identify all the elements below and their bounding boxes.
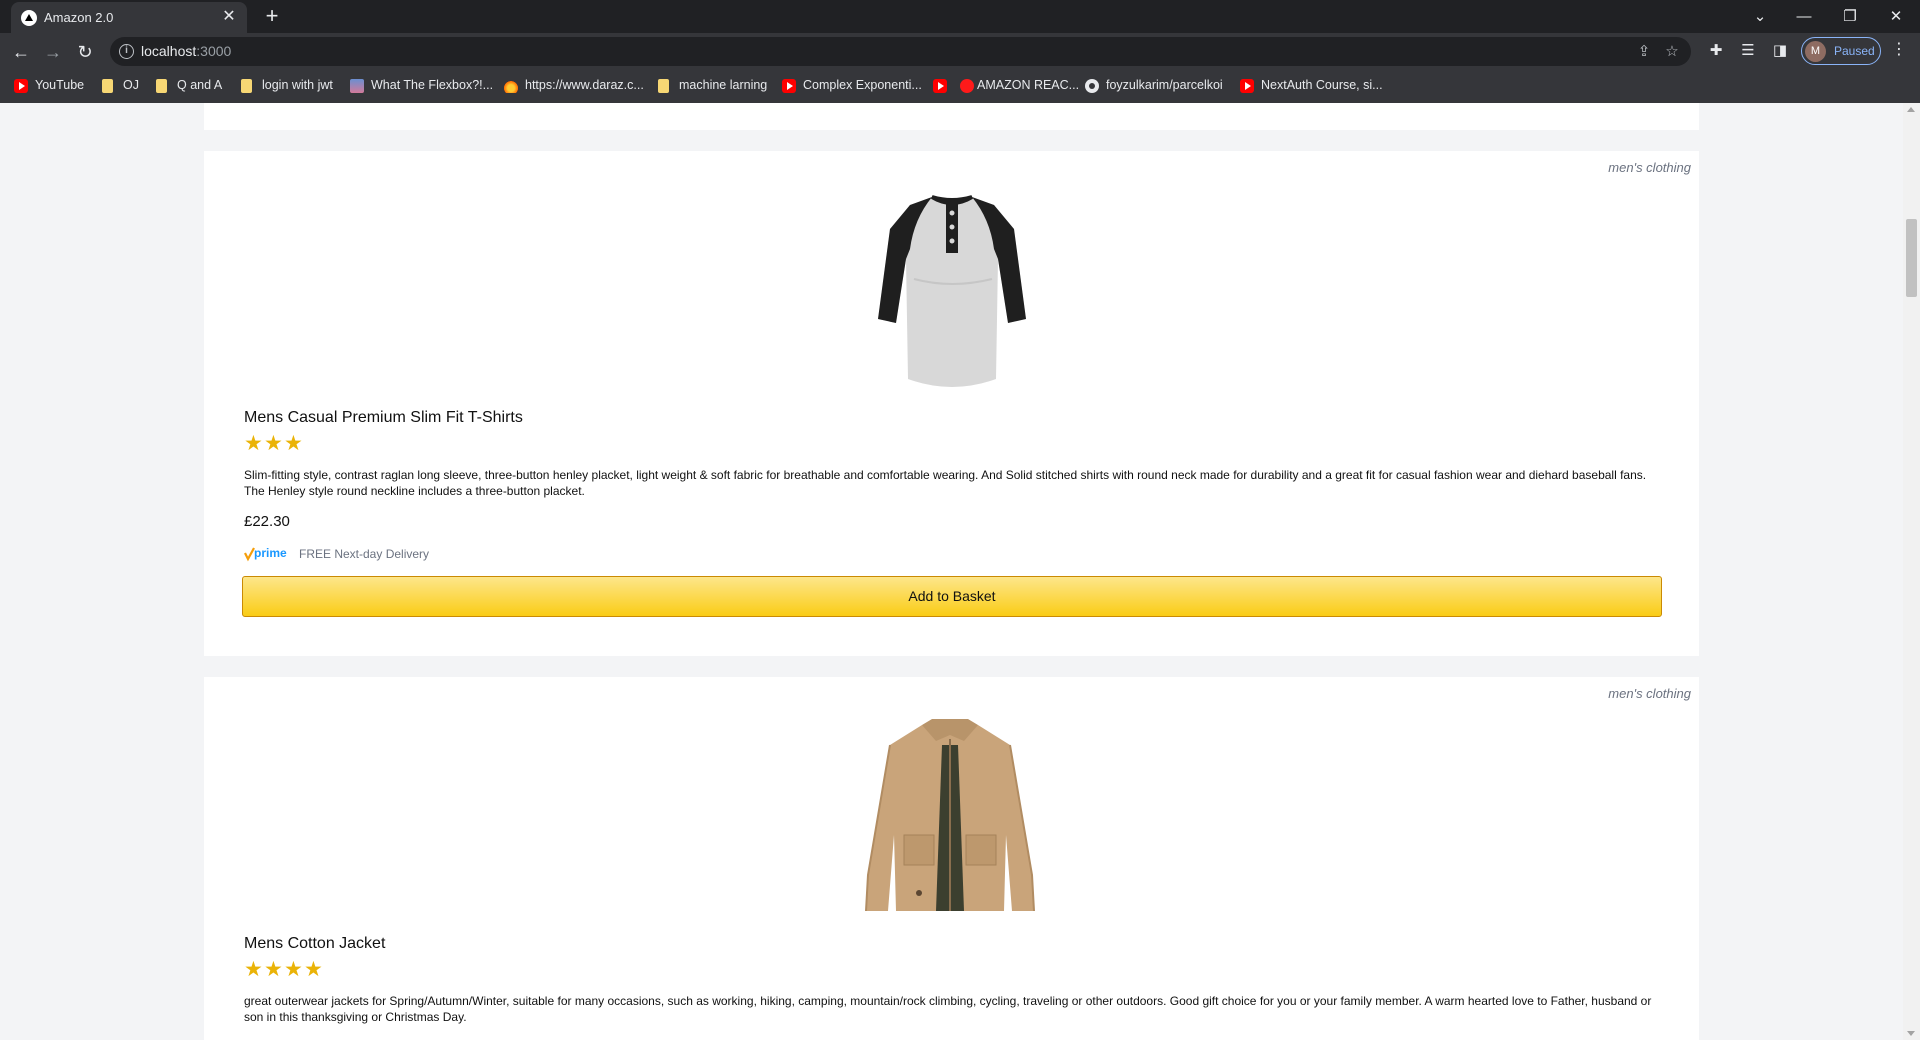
product-card-previous [204,103,1699,130]
folder-icon [241,79,252,93]
product-image-tshirt [878,195,1026,387]
star-icon: ★ [244,958,263,981]
star-icon: ★ [284,958,303,981]
product-title[interactable]: Mens Casual Premium Slim Fit T-Shirts [244,409,523,427]
github-icon [1085,79,1099,93]
star-icon: ★ [244,432,263,455]
tab-search-icon[interactable]: ⌄ [1740,4,1780,30]
avatar: M [1805,41,1826,62]
browser-chrome: Amazon 2.0 ✕ + ⌄ — ❐ ✕ ← → ↻ i localhost… [0,0,1920,103]
browser-tab[interactable]: Amazon 2.0 ✕ [11,2,247,33]
close-window-button[interactable]: ✕ [1876,4,1916,30]
site-info-icon[interactable]: i [119,44,134,59]
address-bar[interactable]: i localhost:3000 ⇪ ☆ [110,37,1691,66]
profile-button[interactable]: M Paused [1801,37,1881,65]
scroll-up-arrow-icon[interactable] [1907,107,1915,112]
product-category: men's clothing [1608,686,1691,701]
product-title[interactable]: Mens Cotton Jacket [244,935,385,953]
product-card: men's clothing Mens Casual Premium Slim … [204,151,1699,656]
reload-icon[interactable]: ↻ [72,39,98,65]
tab-strip: Amazon 2.0 ✕ + ⌄ — ❐ ✕ [0,0,1920,33]
browser-toolbar: ← → ↻ i localhost:3000 ⇪ ☆ ✚ ☰ ◨ M Pause… [0,33,1920,70]
new-tab-button[interactable]: + [259,4,285,30]
minimize-button[interactable]: — [1784,4,1824,30]
profile-status: Paused [1834,44,1875,58]
restore-button[interactable]: ❐ [1830,4,1870,30]
forward-icon[interactable]: → [40,39,66,65]
back-icon[interactable]: ← [8,39,34,65]
side-panel-icon[interactable]: ◨ [1769,41,1791,59]
product-description: great outerwear jackets for Spring/Autum… [244,994,1652,1024]
rating-stars: ★★★ [244,433,304,455]
youtube-icon [14,79,28,93]
tab-title: Amazon 2.0 [44,10,114,25]
folder-icon [156,79,167,93]
bookmark-star-icon[interactable]: ☆ [1662,42,1682,60]
red-dot-icon [960,79,974,93]
product-image-jacket [865,719,1035,912]
close-tab-icon[interactable]: ✕ [219,7,239,27]
youtube-icon [782,79,796,93]
daraz-icon [504,79,518,93]
folder-icon [658,79,669,93]
product-card: men's clothing Mens Cotton Jacket ★★★★ g… [204,677,1699,1040]
image-icon [350,79,364,93]
scroll-thumb[interactable] [1906,219,1917,297]
svg-text:prime: prime [254,546,287,560]
scroll-down-arrow-icon[interactable] [1907,1031,1915,1036]
star-icon: ★ [284,432,303,455]
star-icon: ★ [304,958,323,981]
page-scrollbar[interactable] [1903,103,1920,1040]
url-text: localhost:3000 [141,43,232,59]
add-to-basket-button[interactable]: Add to Basket [242,576,1662,617]
product-description: Slim-fitting style, contrast raglan long… [244,468,1647,498]
vercel-favicon-icon [21,10,37,26]
delivery-text: FREE Next-day Delivery [299,547,430,561]
share-icon[interactable]: ⇪ [1634,42,1654,60]
prime-logo-icon: prime [244,546,287,562]
product-price: £22.30 [244,513,290,530]
page-viewport: men's clothing Mens Casual Premium Slim … [0,103,1903,1040]
reading-list-icon[interactable]: ☰ [1737,41,1759,59]
youtube-icon [933,79,947,93]
bookmarks-bar: YouTube OJ Q and A login with jwt What T… [0,70,1920,103]
extensions-icon[interactable]: ✚ [1705,41,1727,59]
youtube-icon [1240,79,1254,93]
rating-stars: ★★★★ [244,959,324,981]
star-icon: ★ [264,432,283,455]
browser-menu-icon[interactable]: ⋮ [1891,39,1907,59]
star-icon: ★ [264,958,283,981]
product-category: men's clothing [1608,160,1691,175]
folder-icon [102,79,113,93]
